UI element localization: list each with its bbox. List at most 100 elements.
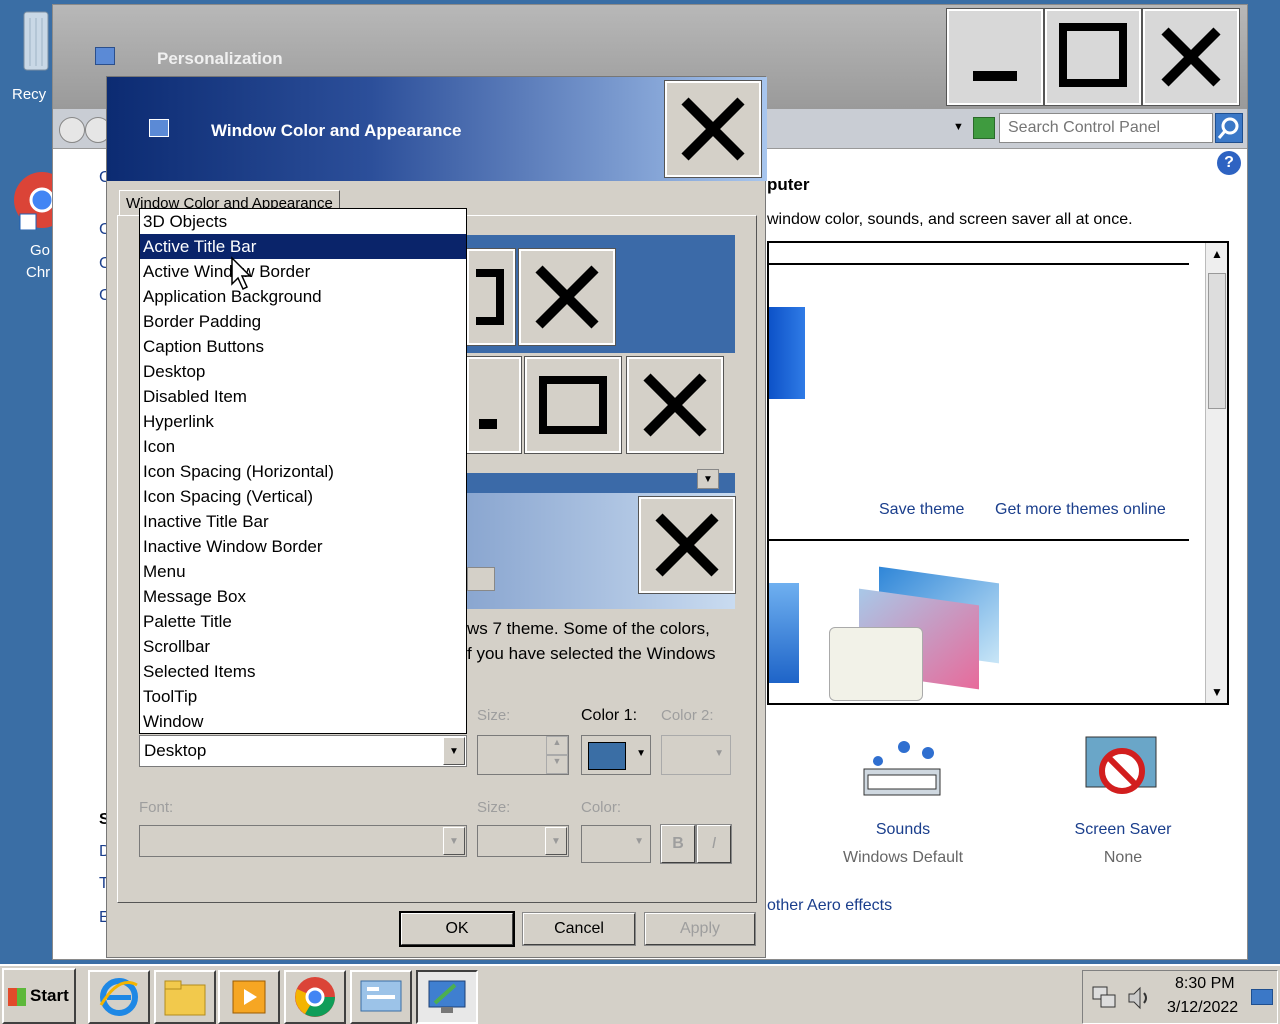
preview-message-box [467,493,736,609]
theme-list-scrollbar[interactable]: ▲ ▼ [1205,243,1227,703]
aero-effects-link[interactable]: other Aero effects [767,897,892,915]
dialog-titlebar[interactable]: Window Color and Appearance [107,77,767,181]
item-dropdown-list[interactable]: 3D Objects Active Title Bar Active Windo… [139,208,467,734]
list-item[interactable]: Scrollbar [140,634,466,659]
taskbar-chrome[interactable] [284,970,346,1024]
list-item[interactable]: Message Box [140,584,466,609]
page-description: window color, sounds, and screen saver a… [767,211,1133,228]
scroll-down-arrow[interactable]: ▼ [1206,681,1228,703]
ok-button[interactable]: OK [399,911,515,947]
chevron-down-icon[interactable]: ▼ [953,121,964,133]
clock-time[interactable]: 8:30 PM [1175,975,1235,993]
info-text-line-2: f you have selected the Windows [467,644,716,663]
refresh-icon[interactable] [973,117,995,139]
taskbar-media-player[interactable] [218,970,280,1024]
chevron-down-icon: ▼ [545,827,567,855]
list-item[interactable]: Inactive Window Border [140,534,466,559]
list-item[interactable]: 3D Objects [140,209,466,234]
close-icon [1161,27,1221,87]
list-item[interactable]: Application Background [140,284,466,309]
taskbar-internet-explorer[interactable] [88,970,150,1024]
sounds-item[interactable]: Sounds Windows Default [833,731,973,871]
maximize-button[interactable] [1044,8,1142,106]
taskbar-personalization[interactable] [416,970,478,1024]
minimize-button[interactable] [946,8,1044,106]
list-item[interactable]: ToolTip [140,684,466,709]
list-item[interactable]: Icon Spacing (Vertical) [140,484,466,509]
screen-saver-item[interactable]: Screen Saver None [1053,731,1193,871]
chrome-shortcut-label-1: Go [30,242,51,259]
basic-themes-divider [769,539,1189,541]
list-item[interactable]: Active Window Border [140,259,466,284]
dialog-title: Window Color and Appearance [211,121,462,140]
start-button[interactable]: Start [2,968,76,1024]
list-item[interactable]: Icon [140,434,466,459]
scroll-up-arrow[interactable]: ▲ [1206,243,1228,265]
font-color-select: ▼ [581,825,651,863]
list-item-selected[interactable]: Active Title Bar [140,234,466,259]
font-size-select: ▼ [477,825,569,857]
dialog-close-button[interactable] [664,80,762,178]
color2-label: Color 2: [661,707,714,724]
preview-msgbox-button [467,567,495,591]
clock-date[interactable]: 3/12/2022 [1167,999,1238,1017]
save-theme-link[interactable]: Save theme [879,501,964,519]
color1-picker[interactable]: ▼ [581,735,651,775]
italic-button: I [696,824,732,864]
list-item[interactable]: Disabled Item [140,384,466,409]
close-icon [681,97,745,161]
taskbar-file-explorer[interactable] [154,970,216,1024]
cancel-button[interactable]: Cancel [522,912,636,946]
maximize-icon [476,269,504,325]
chevron-down-icon: ▼ [443,827,465,855]
color1-label: Color 1: [581,707,638,724]
list-item[interactable]: Desktop [140,359,466,384]
list-item[interactable]: Menu [140,559,466,584]
recycle-bin-label: Recy [12,86,47,103]
color1-swatch [588,742,626,770]
list-item[interactable]: Hyperlink [140,409,466,434]
theme-thumbnail-2[interactable] [769,583,799,683]
personalization-icon [428,980,466,1013]
list-item[interactable]: Inactive Title Bar [140,509,466,534]
item-select[interactable]: Desktop ▼ [139,735,467,767]
taskbar-control-panel[interactable] [350,970,412,1024]
get-more-themes-link[interactable]: Get more themes online [995,501,1166,519]
preview-close-button-2 [626,356,724,454]
close-button[interactable] [1142,8,1240,106]
screen-saver-label[interactable]: Screen Saver [1053,821,1193,839]
control-panel-icon [360,980,402,1012]
system-tray: 8:30 PM 3/12/2022 [1082,970,1278,1024]
appearance-preview[interactable]: ▼ [466,235,736,609]
item-select-value: Desktop [144,741,207,760]
list-item[interactable]: Icon Spacing (Horizontal) [140,459,466,484]
chevron-down-icon[interactable]: ▼ [636,748,646,759]
search-input[interactable] [999,113,1213,143]
list-item[interactable]: Window [140,709,466,734]
preview-maximize-button [466,248,516,346]
list-item[interactable]: Border Padding [140,309,466,334]
search-button[interactable] [1215,113,1243,143]
chevron-down-icon: ▼ [634,836,644,847]
font-select: ▼ [139,825,467,857]
chevron-down-icon[interactable]: ▼ [443,737,465,765]
theme-thumbnail[interactable] [769,307,805,399]
spinner-up-icon: ▲ [546,736,568,755]
theme-list[interactable]: Save theme Get more themes online ▲ ▼ [767,241,1229,705]
bold-button: B [660,824,696,864]
list-item[interactable]: Palette Title [140,609,466,634]
list-item[interactable]: Caption Buttons [140,334,466,359]
sounds-label[interactable]: Sounds [833,821,973,839]
minimize-icon [973,71,1017,81]
help-icon[interactable]: ? [1217,151,1241,175]
show-desktop-icon[interactable] [1251,989,1273,1005]
list-item[interactable]: Selected Items [140,659,466,684]
scroll-thumb[interactable] [1208,273,1226,409]
windows7-basic-theme-thumbnail[interactable] [829,566,1005,701]
back-button[interactable] [59,117,85,143]
file-explorer-icon [164,980,206,1016]
network-icon[interactable] [1091,985,1117,1011]
page-heading: puter [767,175,810,194]
volume-icon[interactable] [1127,985,1153,1011]
minimize-icon [479,419,497,429]
